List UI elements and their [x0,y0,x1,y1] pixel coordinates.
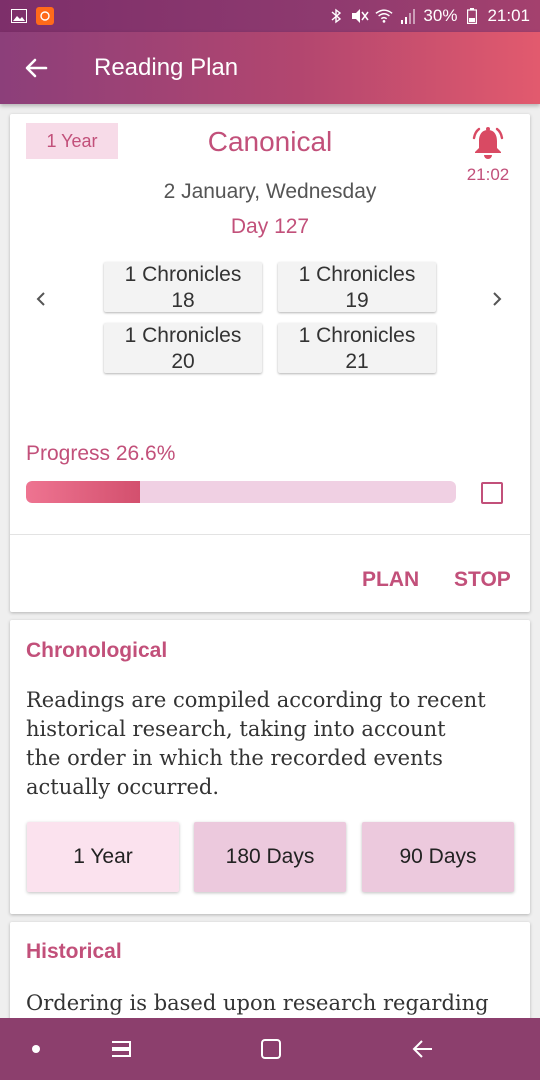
page-title: Reading Plan [94,54,239,81]
reading-button[interactable]: 1 Chronicles 19 [278,262,436,312]
description-line: Readings are compiled according to recen… [26,688,486,712]
option-1-year[interactable]: 1 Year [27,822,179,892]
plan-card-chronological: Chronological Readings are compiled acco… [10,620,530,914]
progress-fill [26,481,141,503]
content-scroll[interactable]: 1 Year Canonical 21:02 2 January, Wednes… [0,104,540,1018]
bluetooth-icon [327,8,345,24]
battery-percent: 30% [423,6,458,25]
next-day-button[interactable] [482,284,512,314]
chevron-right-icon [493,292,502,306]
plan-name: Canonical [207,126,333,157]
reading-book: 1 Chronicles [298,324,416,347]
reading-book: 1 Chronicles [124,263,242,286]
reading-button[interactable]: 1 Chronicles 21 [278,323,436,373]
reading-chapter: 21 [345,350,369,373]
description-line: Ordering is based upon research regardin… [26,991,489,1015]
recent-apps-icon[interactable] [106,1034,136,1064]
plan-title: Chronological [26,639,168,662]
description-line: the order in which the recorded events [26,746,443,770]
previous-day-button[interactable] [26,284,56,314]
current-plan-card: 1 Year Canonical 21:02 2 January, Wednes… [10,114,530,612]
reminder-bell-icon[interactable] [470,126,506,162]
reading-button[interactable]: 1 Chronicles 20 [104,323,262,373]
back-icon[interactable] [408,1034,438,1064]
reading-chapter: 19 [345,289,369,312]
stop-button[interactable]: STOP [454,568,511,592]
day-complete-checkbox[interactable] [481,482,503,504]
mute-icon [351,8,370,24]
back-button[interactable] [0,32,72,104]
plan-title: Historical [26,940,122,963]
app-bar: Reading Plan [0,32,540,104]
progress-bar [26,481,456,503]
plan-date: 2 January, Wednesday [163,180,377,203]
plan-description: Ordering is based upon research regardin… [26,989,516,1018]
wifi-icon [375,8,393,24]
signal-icon [399,8,417,24]
gallery-icon [10,8,28,24]
dot-icon[interactable] [21,1034,51,1064]
app-notification-icon [36,7,54,25]
reading-book: 1 Chronicles [298,263,416,286]
plan-description: Readings are compiled according to recen… [26,686,516,802]
description-line: historical research, taking into account [26,717,446,741]
description-line: actually occurred. [26,775,220,799]
arrow-left-icon [25,58,48,78]
divider [10,534,530,535]
option-180-days[interactable]: 180 Days [194,822,346,892]
reading-book: 1 Chronicles [124,324,242,347]
system-nav-bar [0,1018,540,1080]
reading-chapter: 20 [171,350,195,373]
option-90-days[interactable]: 90 Days [362,822,514,892]
plan-button[interactable]: PLAN [362,568,419,592]
status-time: 21:01 [487,6,530,25]
battery-icon [463,8,481,24]
plan-day: Day 127 [230,215,310,238]
plan-card-historical: Historical Ordering is based upon resear… [10,922,530,1018]
reading-chapter: 18 [171,289,195,312]
status-bar: 30% 21:01 [0,0,540,32]
progress-label: Progress 26.6% [26,442,176,465]
home-icon[interactable] [256,1034,286,1064]
chevron-left-icon [36,292,45,306]
reading-button[interactable]: 1 Chronicles 18 [104,262,262,312]
